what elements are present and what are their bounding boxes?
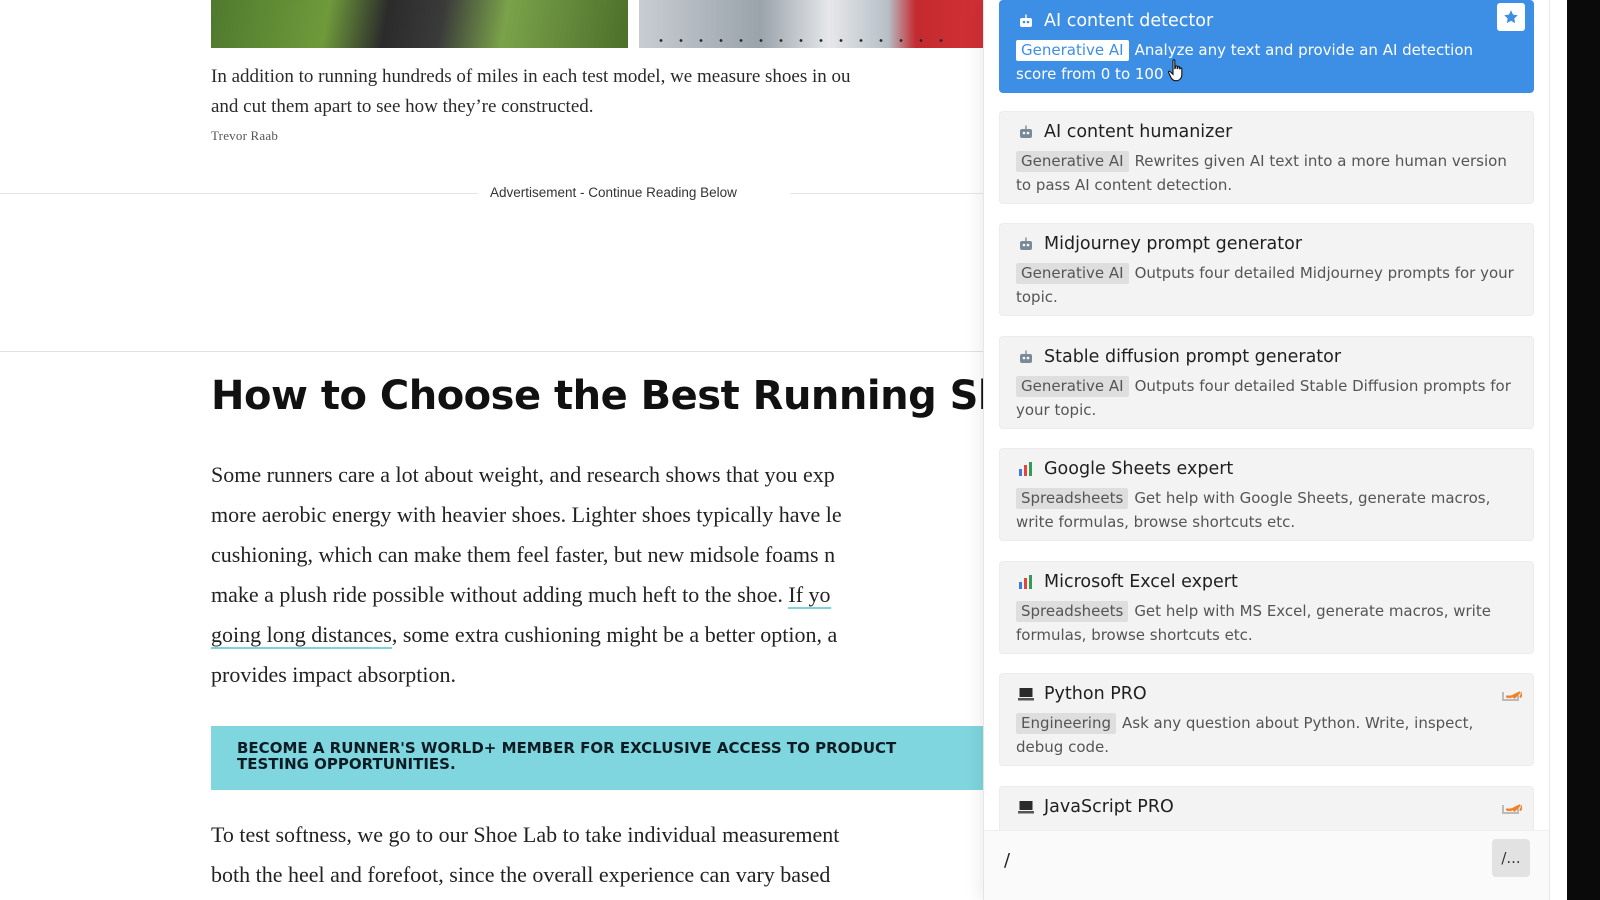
bar-chart-icon (1016, 460, 1036, 478)
prompt-title: Midjourney prompt generator (1044, 234, 1303, 254)
laptop-icon (1016, 798, 1036, 816)
prompt-title: Google Sheets expert (1044, 459, 1234, 479)
panel-scrollbar-track[interactable] (1549, 0, 1567, 900)
category-tag: Generative AI (1016, 263, 1129, 284)
advertisement-label: Advertisement - Continue Reading Below (490, 185, 737, 200)
paragraph-text: , some extra cushioning might be a bette… (391, 622, 838, 647)
prompt-card-stable-diffusion-prompt-generator[interactable]: Stable diffusion prompt generator Genera… (999, 336, 1534, 429)
prompt-title: Microsoft Excel expert (1044, 572, 1238, 592)
category-tag: Generative AI (1016, 151, 1129, 172)
bar-chart-icon (1016, 573, 1036, 591)
category-tag: Spreadsheets (1016, 488, 1129, 509)
prompt-card-google-sheets-expert[interactable]: Google Sheets expert Spreadsheets Get hel… (999, 448, 1534, 541)
category-tag: Generative AI (1016, 376, 1129, 397)
paragraph-text: make a plush ride possible without addin… (211, 582, 789, 607)
prompt-search-input[interactable] (1004, 843, 1474, 877)
category-tag: Engineering (1016, 713, 1116, 734)
robot-icon (1016, 348, 1036, 366)
paragraph-line: more aerobic energy with heavier shoes. … (211, 502, 842, 527)
body-paragraph: Some runners care a lot about weight, an… (211, 455, 985, 695)
shoe-lab-photo (639, 0, 985, 48)
hand-pointer-icon (1167, 59, 1183, 82)
prompt-card-ai-content-detector[interactable]: AI content detector Generative AI Analyze… (999, 0, 1534, 93)
runner-photo (211, 0, 628, 48)
prompt-title: AI content detector (1044, 11, 1214, 31)
paragraph-line: provides impact absorption. (211, 662, 457, 687)
prompt-card-python-pro[interactable]: Python PRO Engineering Ask any question a… (999, 673, 1534, 766)
stackoverflow-icon (1497, 676, 1525, 704)
paragraph-line: both the heel and forefoot, since the ov… (211, 862, 831, 887)
body-paragraph: To test softness, we go to our Shoe Lab … (211, 815, 985, 895)
paragraph-line: cushioning, which can make them feel fas… (211, 542, 836, 567)
stackoverflow-icon (1497, 789, 1525, 817)
prompt-title: Stable diffusion prompt generator (1044, 347, 1342, 367)
photo-caption: In addition to running hundreds of miles… (211, 62, 985, 122)
advertisement-label-row: Advertisement - Continue Reading Below (0, 183, 985, 203)
paragraph-line: To test softness, we go to our Shoe Lab … (211, 822, 840, 847)
category-tag: Generative AI (1016, 40, 1129, 61)
robot-icon (1016, 123, 1036, 141)
prompt-list[interactable]: AI content detector Generative AI Analyze… (984, 0, 1550, 830)
caption-line: In addition to running hundreds of miles… (211, 66, 851, 87)
section-heading: How to Choose the Best Running Shoe (211, 373, 985, 419)
favorite-star-button[interactable] (1497, 3, 1525, 31)
prompt-card-javascript-pro[interactable]: JavaScript PRO (999, 786, 1534, 830)
robot-icon (1016, 12, 1036, 30)
category-tag: Spreadsheets (1016, 601, 1129, 622)
divider (0, 193, 478, 194)
divider (790, 193, 985, 194)
photo-strip (211, 0, 985, 48)
membership-promo-banner[interactable]: BECOME A RUNNER'S WORLD+ MEMBER FOR EXCL… (211, 726, 985, 790)
prompt-title: Python PRO (1044, 684, 1147, 704)
robot-icon (1016, 235, 1036, 253)
paragraph-line: going long distances, some extra cushion… (211, 615, 985, 655)
prompt-card-microsoft-excel-expert[interactable]: Microsoft Excel expert Spreadsheets Get h… (999, 561, 1534, 654)
long-distance-link[interactable]: If yo (788, 582, 831, 609)
star-icon (1504, 10, 1518, 24)
prompt-panel: AI content detector Generative AI Analyze… (983, 0, 1550, 900)
divider (0, 351, 985, 352)
prompt-card-midjourney-prompt-generator[interactable]: Midjourney prompt generator Generative A… (999, 223, 1534, 316)
caption-line: and cut them apart to see how they’re co… (211, 96, 594, 117)
panel-footer: /... (984, 830, 1550, 900)
article: In addition to running hundreds of miles… (0, 0, 985, 900)
prompt-card-ai-content-humanizer[interactable]: AI content humanizer Generative AI Rewrit… (999, 111, 1534, 204)
paragraph-line: make a plush ride possible without addin… (211, 575, 985, 615)
window-edge (1567, 0, 1600, 900)
slash-commands-button[interactable]: /... (1492, 839, 1530, 877)
laptop-icon (1016, 685, 1036, 703)
prompt-title: AI content humanizer (1044, 122, 1233, 142)
prompt-title: JavaScript PRO (1044, 797, 1174, 817)
photo-credit: Trevor Raab (211, 128, 279, 143)
paragraph-line: Some runners care a lot about weight, an… (211, 462, 835, 487)
long-distance-link[interactable]: going long distances (211, 622, 392, 649)
